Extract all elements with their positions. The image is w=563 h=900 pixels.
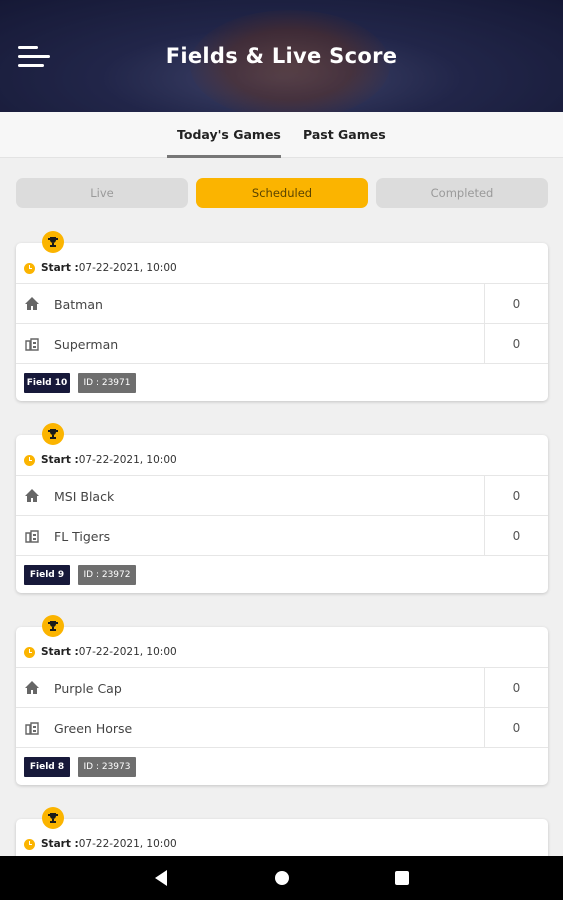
tab-todays-games[interactable]: Today's Games xyxy=(177,127,281,142)
away-team-name: Green Horse xyxy=(54,721,133,736)
filter-scheduled-button[interactable]: Scheduled xyxy=(196,178,368,208)
home-icon xyxy=(25,489,39,502)
home-icon xyxy=(25,297,39,310)
game-start-time: Start : 07-22-2021, 10:00 xyxy=(24,837,177,851)
filter-completed-button[interactable]: Completed xyxy=(376,178,548,208)
away-team-row: Superman 0 xyxy=(16,323,548,364)
home-icon xyxy=(25,681,39,694)
field-badge: Field 8 xyxy=(24,757,70,777)
clock-icon xyxy=(24,262,35,274)
away-team-score: 0 xyxy=(484,516,548,556)
home-team-score: 0 xyxy=(484,284,548,324)
tab-bar: Today's Games Past Games xyxy=(0,112,563,158)
home-team-row: Batman 0 xyxy=(16,283,548,324)
game-id-badge: ID : 23971 xyxy=(78,373,136,393)
home-team-name: Purple Cap xyxy=(54,681,122,696)
home-team-score: 0 xyxy=(484,668,548,708)
game-card[interactable]: Start : 07-22-2021, 10:00 Batman 0 Super… xyxy=(16,231,548,401)
away-team-score: 0 xyxy=(484,708,548,748)
recents-square-icon[interactable] xyxy=(395,871,409,885)
away-team-score: 0 xyxy=(484,324,548,364)
away-bus-icon xyxy=(25,722,39,735)
trophy-icon xyxy=(42,615,64,637)
away-team-row: FL Tigers 0 xyxy=(16,515,548,556)
filter-live-button[interactable]: Live xyxy=(16,178,188,208)
trophy-icon xyxy=(42,423,64,445)
away-team-name: Superman xyxy=(54,337,119,352)
game-start-time: Start : 07-22-2021, 10:00 xyxy=(24,261,177,275)
back-triangle-icon[interactable] xyxy=(155,870,167,886)
game-id-badge: ID : 23972 xyxy=(78,565,136,585)
game-card[interactable]: Start : 07-22-2021, 10:00 Purple Cap 0 G… xyxy=(16,615,548,785)
home-team-row: Purple Cap 0 xyxy=(16,667,548,708)
active-tab-indicator xyxy=(167,155,281,158)
home-team-score: 0 xyxy=(484,476,548,516)
page-title: Fields & Live Score xyxy=(165,44,398,68)
home-team-name: Batman xyxy=(54,297,103,312)
away-bus-icon xyxy=(25,530,39,543)
field-badge: Field 9 xyxy=(24,565,70,585)
away-team-row: Green Horse 0 xyxy=(16,707,548,748)
game-start-time: Start : 07-22-2021, 10:00 xyxy=(24,645,177,659)
game-id-badge: ID : 23973 xyxy=(78,757,136,777)
home-team-row: MSI Black 0 xyxy=(16,475,548,516)
away-team-name: FL Tigers xyxy=(54,529,111,544)
trophy-icon xyxy=(42,807,64,829)
clock-icon xyxy=(24,454,35,466)
trophy-icon xyxy=(42,231,64,253)
tab-past-games[interactable]: Past Games xyxy=(303,127,386,142)
system-nav-bar xyxy=(0,856,563,900)
field-badge: Field 10 xyxy=(24,373,70,393)
app-header: Fields & Live Score xyxy=(0,0,563,112)
clock-icon xyxy=(24,646,35,658)
clock-icon xyxy=(24,838,35,850)
away-bus-icon xyxy=(25,338,39,351)
home-circle-icon[interactable] xyxy=(275,871,289,885)
game-card[interactable]: Start : 07-22-2021, 10:00 MSI Black 0 FL… xyxy=(16,423,548,593)
home-team-name: MSI Black xyxy=(54,489,115,504)
game-start-time: Start : 07-22-2021, 10:00 xyxy=(24,453,177,467)
